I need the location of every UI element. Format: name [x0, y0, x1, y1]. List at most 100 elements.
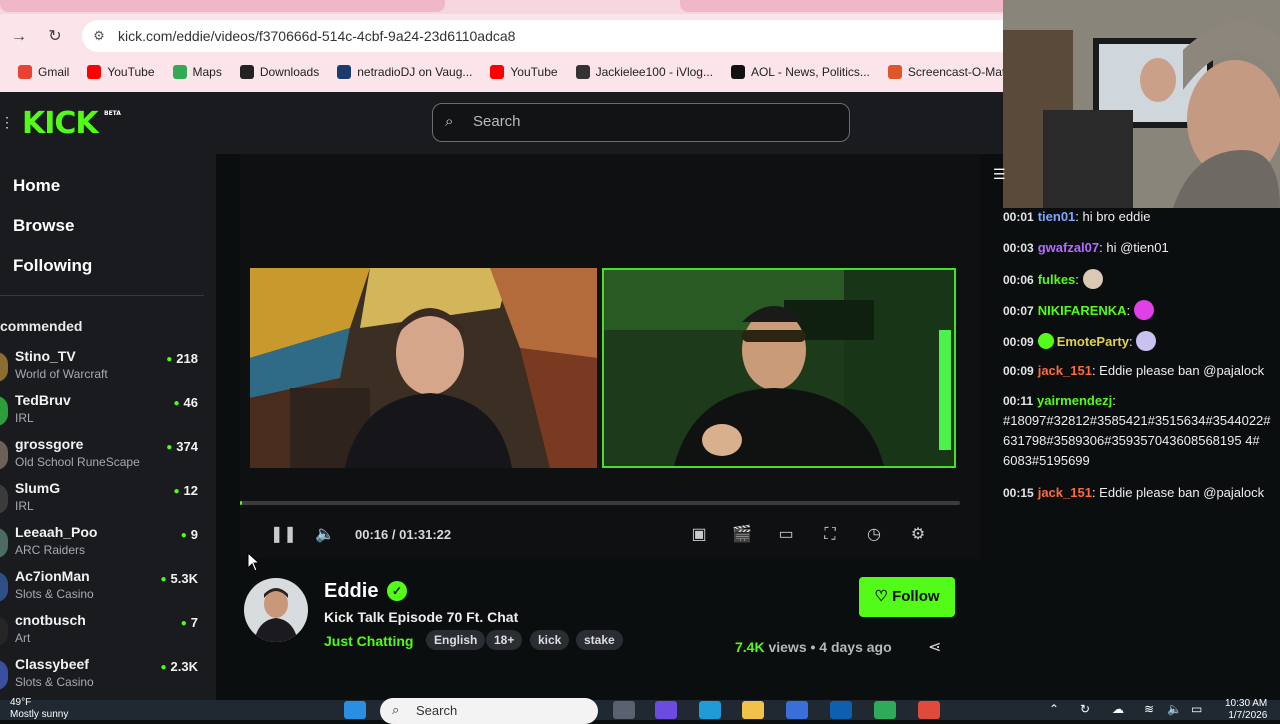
- chat-colon: :: [1128, 334, 1137, 349]
- chat-username[interactable]: EmoteParty: [1057, 334, 1129, 349]
- download-icon: [239, 65, 254, 79]
- windows-start-icon[interactable]: [344, 701, 366, 719]
- chat-username[interactable]: yairmendezj: [1037, 393, 1112, 408]
- kick-logo[interactable]: KICK BETA: [22, 106, 121, 141]
- sidebar-channel[interactable]: cnotbusch Art 7: [0, 612, 204, 656]
- battery-icon[interactable]: ▭: [1191, 702, 1202, 716]
- miniplayer-icon[interactable]: ▣: [688, 524, 710, 546]
- chrome-beta-icon[interactable]: [874, 701, 896, 719]
- theater-mode-icon[interactable]: ▭: [775, 524, 797, 546]
- chat-username[interactable]: gwafzal07: [1038, 240, 1099, 255]
- store-icon[interactable]: [786, 701, 808, 719]
- follow-button[interactable]: ♡ Follow: [859, 577, 955, 617]
- chat-username[interactable]: jack_151: [1038, 485, 1092, 500]
- volume-icon[interactable]: 🔈: [314, 524, 336, 546]
- chat-username[interactable]: fulkes: [1038, 272, 1076, 287]
- settings-gear-icon[interactable]: ⚙: [907, 524, 929, 546]
- taskbar-search[interactable]: ⌕ Search: [380, 698, 598, 724]
- bookmark-item[interactable]: YouTube: [87, 65, 155, 79]
- file-explorer-icon[interactable]: [742, 701, 764, 719]
- video-category[interactable]: Just Chatting: [324, 633, 413, 649]
- sidebar-channel[interactable]: Leeaah_Poo ARC Raiders 9: [0, 524, 204, 568]
- forward-icon[interactable]: →: [8, 26, 30, 48]
- sidebar-channel[interactable]: SlumG IRL 12: [0, 480, 204, 524]
- copilot-icon[interactable]: [655, 701, 677, 719]
- chat-emote-icon: [1133, 300, 1154, 320]
- sidebar-channel[interactable]: Ac7ionMan Slots & Casino 5.3K: [0, 568, 204, 612]
- sidebar-channel[interactable]: Classybeef Slots & Casino 2.3K: [0, 656, 204, 700]
- channel-avatar-icon: [0, 572, 8, 602]
- tray-overflow-icon[interactable]: ⌃: [1049, 702, 1059, 716]
- progress-bar[interactable]: [240, 501, 960, 505]
- bookmark-item[interactable]: Downloads: [239, 65, 319, 79]
- tag-stake[interactable]: stake: [576, 630, 623, 650]
- tab-active[interactable]: [0, 0, 445, 12]
- verified-badge-icon: [1037, 333, 1054, 349]
- chat-message: 00:03 gwafzal07: hi @tien01: [1003, 238, 1280, 258]
- video-right-feed: [602, 268, 956, 468]
- cloud-icon[interactable]: ☁: [1112, 702, 1124, 716]
- left-feed-image: [250, 268, 597, 468]
- system-clock[interactable]: 10:30 AM 1/7/2026: [1225, 698, 1267, 722]
- channel-avatar-icon: [0, 352, 8, 382]
- viewer-count: 9: [181, 527, 198, 542]
- bookmark-item[interactable]: AOL - News, Politics...: [730, 65, 870, 79]
- channel-name[interactable]: Eddie: [324, 580, 378, 603]
- chat-timestamp: 00:06: [1003, 273, 1034, 287]
- bookmark-item[interactable]: Maps: [172, 65, 222, 79]
- logo-beta-badge: BETA: [104, 110, 121, 117]
- sidebar-channel[interactable]: grossgore Old School RuneScape 374: [0, 436, 204, 480]
- sidebar-channel[interactable]: TedBruv IRL 46: [0, 392, 204, 436]
- chat-username[interactable]: NIKIFARENKA: [1038, 303, 1127, 318]
- pause-icon[interactable]: ❚❚: [270, 524, 297, 546]
- chat-timestamp: 00:09: [1003, 335, 1034, 349]
- share-icon[interactable]: ⋖: [928, 637, 941, 657]
- viewer-count: 46: [173, 395, 198, 410]
- search-input[interactable]: [473, 113, 833, 130]
- hp-icon[interactable]: [830, 701, 852, 719]
- sidebar-channel[interactable]: Stino_TV World of Warcraft 218: [0, 348, 204, 392]
- gmail-icon: [18, 65, 32, 79]
- speaker-icon[interactable]: 🔈: [1167, 702, 1182, 716]
- chat-username[interactable]: jack_151: [1038, 363, 1092, 378]
- site-settings-icon[interactable]: ⚙: [90, 27, 108, 45]
- edge-icon[interactable]: [699, 701, 721, 719]
- clip-icon[interactable]: 🎬: [731, 524, 753, 546]
- sync-icon[interactable]: ↻: [1080, 702, 1090, 716]
- nav-home[interactable]: Home: [13, 176, 60, 196]
- chrome-icon[interactable]: [918, 701, 940, 719]
- bookmark-item[interactable]: YouTube: [490, 65, 558, 79]
- chat-username[interactable]: tien01: [1038, 209, 1076, 224]
- recommended-heading: commended: [0, 318, 83, 334]
- channel-avatar[interactable]: [244, 578, 308, 642]
- bookmark-item[interactable]: Screencast-O-Matic: [887, 65, 1003, 79]
- chat-menu-icon[interactable]: ☰: [993, 166, 1006, 183]
- weather-widget[interactable]: 49°F Mostly sunny: [10, 697, 68, 721]
- view-stats: 7.4K views • 4 days ago: [735, 639, 892, 655]
- maps-icon: [172, 65, 187, 79]
- chat-text-line: #18097#32812#3585421#3515634#3544022#: [1003, 413, 1271, 428]
- bookmark-item[interactable]: netradioDJ on Vaug...: [337, 65, 472, 79]
- nav-browse[interactable]: Browse: [13, 216, 74, 236]
- nav-following[interactable]: Following: [13, 256, 92, 276]
- menu-icon[interactable]: ⋮: [0, 114, 14, 131]
- heart-icon: ♡: [874, 588, 888, 605]
- fullscreen-icon[interactable]: ⛶: [819, 524, 841, 546]
- tag-english[interactable]: English: [426, 630, 486, 650]
- tab-strip: [0, 0, 1003, 14]
- chat-timestamp: 00:09: [1003, 364, 1034, 378]
- video-left-feed: [250, 268, 597, 468]
- task-view-icon[interactable]: [613, 701, 635, 719]
- wifi-icon[interactable]: ≋: [1144, 702, 1154, 716]
- url-text[interactable]: kick.com/eddie/videos/f370666d-514c-4cbf…: [118, 28, 515, 44]
- search-box[interactable]: ⌕: [432, 103, 850, 142]
- speed-icon[interactable]: ◷: [863, 524, 885, 546]
- tab-other[interactable]: [680, 0, 1003, 12]
- tag-kick[interactable]: kick: [530, 630, 570, 650]
- bookmark-item[interactable]: Gmail: [18, 65, 69, 79]
- bookmark-item[interactable]: Jackielee100 - iVlog...: [575, 65, 713, 79]
- omnibox[interactable]: ⚙ kick.com/eddie/videos/f370666d-514c-4c…: [82, 20, 1003, 52]
- chat-message: 00:01 tien01: hi bro eddie: [1003, 207, 1280, 227]
- reload-icon[interactable]: ↻: [44, 26, 66, 48]
- tag-18plus[interactable]: 18+: [486, 630, 523, 650]
